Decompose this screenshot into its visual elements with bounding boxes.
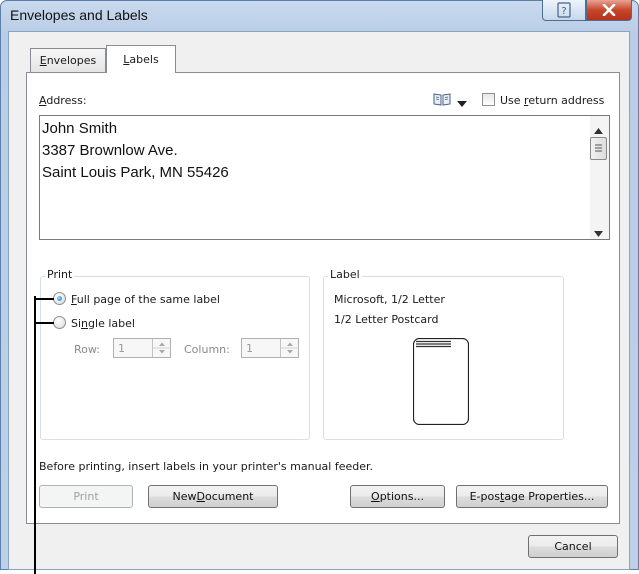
address-line: John Smith bbox=[42, 120, 118, 137]
options-button[interactable]: Options... bbox=[350, 485, 445, 508]
single-label-pre: Si bbox=[71, 317, 82, 330]
callout-line-full-page bbox=[34, 298, 54, 300]
row-spin-arrows[interactable] bbox=[152, 339, 171, 357]
full-page-text: ull page of the same label bbox=[76, 293, 220, 306]
spin-arrows-icon bbox=[153, 342, 171, 354]
label-vendor: Microsoft, 1/2 Letter bbox=[334, 293, 445, 306]
single-label-radio[interactable] bbox=[53, 316, 66, 329]
epostage-pre: E-pos bbox=[469, 490, 500, 503]
address-scrollbar[interactable] bbox=[590, 116, 609, 239]
cancel-button[interactable]: Cancel bbox=[528, 535, 618, 558]
single-label-rest: gle label bbox=[88, 317, 135, 330]
use-return-address-label[interactable]: Use return address bbox=[500, 94, 604, 107]
print-button[interactable]: Print bbox=[39, 485, 133, 508]
tab-envelopes-mnemonic: E bbox=[39, 54, 47, 67]
help-button[interactable]: ? bbox=[542, 0, 586, 21]
tab-labels-label: abels bbox=[129, 53, 159, 66]
print-group-legend: Print bbox=[45, 268, 75, 281]
address-label: Address: bbox=[39, 94, 87, 107]
scrollbar-thumb[interactable] bbox=[590, 137, 607, 160]
epostage-properties-button[interactable]: E-pos t age Properties... bbox=[456, 485, 608, 508]
callout-line-single-label bbox=[34, 322, 54, 324]
column-value: 1 bbox=[246, 342, 253, 355]
new-document-rest: ocument bbox=[204, 490, 254, 503]
address-line: 3387 Brownlow Ave. bbox=[42, 142, 178, 159]
tab-envelopes-label: nvelopes bbox=[46, 54, 97, 67]
use-return-address-checkbox[interactable] bbox=[482, 93, 495, 106]
epostage-rest: age Properties... bbox=[504, 490, 595, 503]
single-label-label[interactable]: Single label bbox=[71, 317, 135, 330]
column-spinner[interactable]: 1 bbox=[241, 338, 299, 358]
printer-note: Before printing, insert labels in your p… bbox=[39, 460, 374, 473]
label-preview-icon bbox=[412, 337, 470, 426]
tab-envelopes[interactable]: Envelopes bbox=[30, 48, 106, 72]
label-group-legend: Label bbox=[328, 268, 362, 281]
scroll-down-arrow-icon[interactable] bbox=[594, 227, 603, 237]
full-page-radio[interactable] bbox=[53, 292, 66, 305]
single-label-mnemonic: n bbox=[81, 317, 89, 330]
address-book-icon[interactable] bbox=[433, 92, 451, 106]
new-document-mnemonic: D bbox=[196, 490, 205, 503]
options-mnemonic: O bbox=[371, 490, 380, 503]
row-spinner[interactable]: 1 bbox=[113, 338, 171, 358]
new-document-button[interactable]: New Document bbox=[148, 485, 278, 508]
row-value: 1 bbox=[118, 342, 125, 355]
address-line: Saint Louis Park, MN 55426 bbox=[42, 164, 229, 181]
dropdown-arrow-icon[interactable] bbox=[457, 97, 467, 107]
row-label: Row: bbox=[74, 343, 100, 356]
callout-line-vertical bbox=[34, 296, 36, 574]
new-document-pre: New bbox=[172, 490, 197, 503]
svg-text:?: ? bbox=[561, 6, 566, 17]
label-product: 1/2 Letter Postcard bbox=[334, 313, 439, 326]
column-label: Column: bbox=[184, 343, 230, 356]
close-button[interactable] bbox=[586, 0, 632, 21]
grip-icon bbox=[595, 144, 602, 152]
spin-arrows-icon bbox=[281, 342, 299, 354]
window-title: Envelopes and Labels bbox=[10, 7, 148, 23]
use-return-label-pre: Use bbox=[500, 94, 525, 107]
help-icon: ? bbox=[557, 2, 571, 18]
address-label-text: ddress: bbox=[46, 94, 87, 107]
column-spin-arrows[interactable] bbox=[280, 339, 299, 357]
use-return-label-rest: eturn address bbox=[528, 94, 605, 107]
tab-labels[interactable]: Labels bbox=[106, 45, 176, 73]
scroll-up-arrow-icon[interactable] bbox=[594, 124, 603, 134]
options-rest: ptions... bbox=[379, 490, 424, 503]
close-icon bbox=[602, 4, 616, 16]
full-page-label[interactable]: Full page of the same label bbox=[71, 293, 220, 306]
